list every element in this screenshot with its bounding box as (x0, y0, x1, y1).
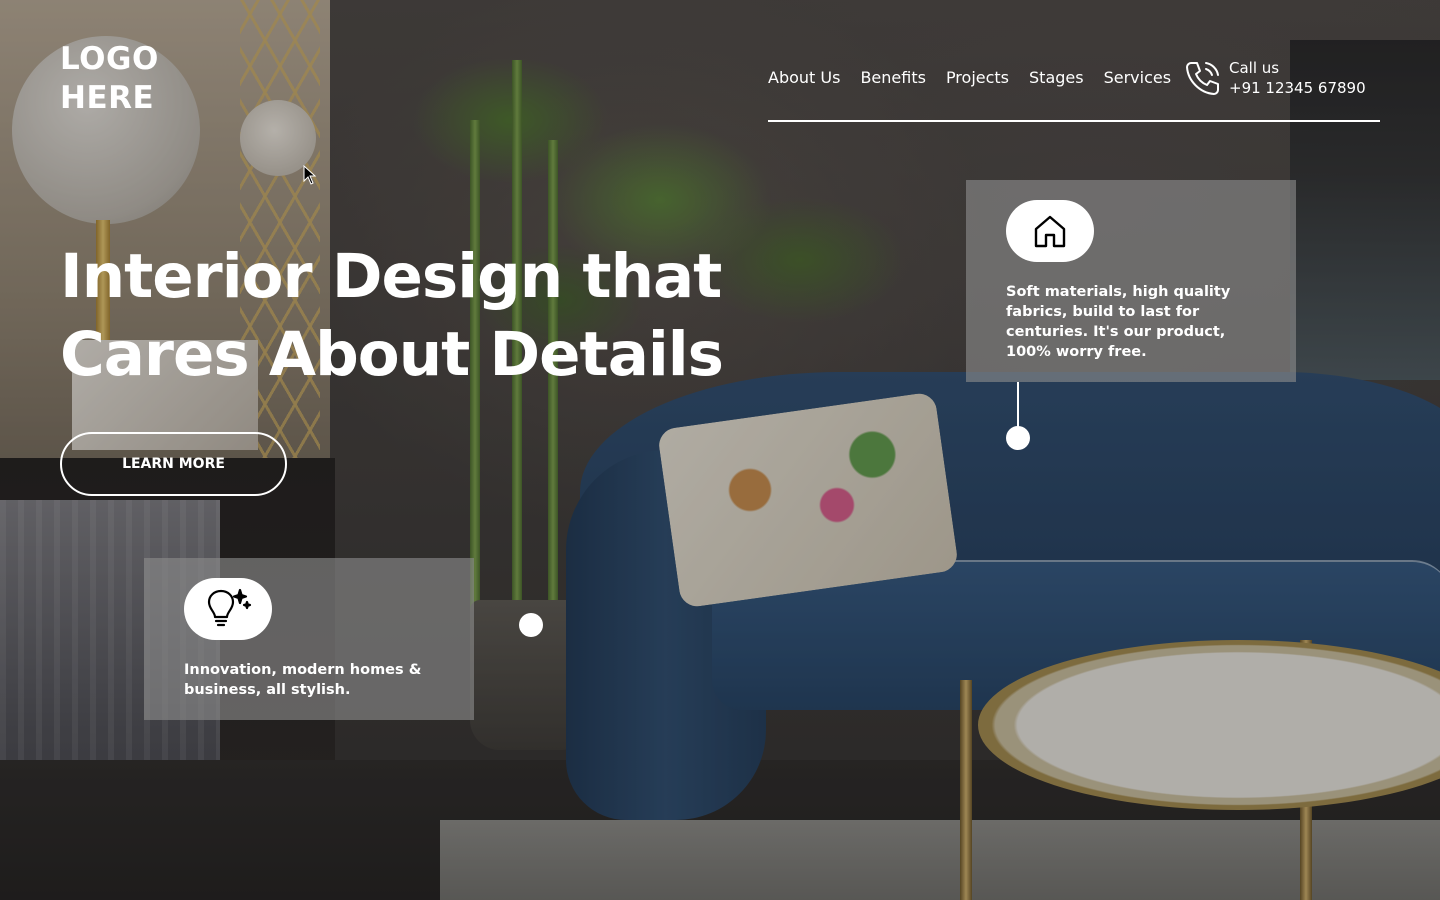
call-text: Call us +91 12345 67890 (1229, 58, 1366, 98)
lightbulb-sparkle-icon (207, 588, 252, 627)
mouse-cursor-icon (303, 165, 317, 185)
nav-divider (768, 120, 1380, 122)
nav-stages[interactable]: Stages (1029, 68, 1084, 87)
card-icon-pill (1006, 200, 1094, 262)
card-icon-pill (184, 578, 272, 640)
phone-icon (1186, 62, 1219, 95)
nav-about-us[interactable]: About Us (768, 68, 840, 87)
main-nav: About Us Benefits Projects Stages Servic… (768, 68, 1171, 87)
call-label: Call us (1229, 59, 1280, 77)
hotspot-dot[interactable] (1006, 426, 1030, 450)
nav-projects[interactable]: Projects (946, 68, 1009, 87)
call-phone[interactable]: +91 12345 67890 (1229, 78, 1366, 98)
card-connector-line (1017, 382, 1019, 428)
hotspot-dot[interactable] (519, 613, 543, 637)
nav-benefits[interactable]: Benefits (860, 68, 926, 87)
nav-services[interactable]: Services (1104, 68, 1171, 87)
card-text: Soft materials, high quality fabrics, bu… (1006, 284, 1231, 360)
feature-card-materials: Soft materials, high quality fabrics, bu… (966, 180, 1296, 382)
card-text: Innovation, modern homes & business, all… (184, 662, 422, 698)
call-us[interactable]: Call us +91 12345 67890 (1183, 58, 1366, 98)
hero-title: Interior Design that Cares About Details (60, 241, 724, 390)
feature-card-innovation: Innovation, modern homes & business, all… (144, 558, 474, 720)
house-icon (1034, 215, 1066, 248)
learn-more-button[interactable]: LEARN MORE (60, 432, 287, 496)
logo[interactable]: LOGO HERE (60, 40, 159, 118)
